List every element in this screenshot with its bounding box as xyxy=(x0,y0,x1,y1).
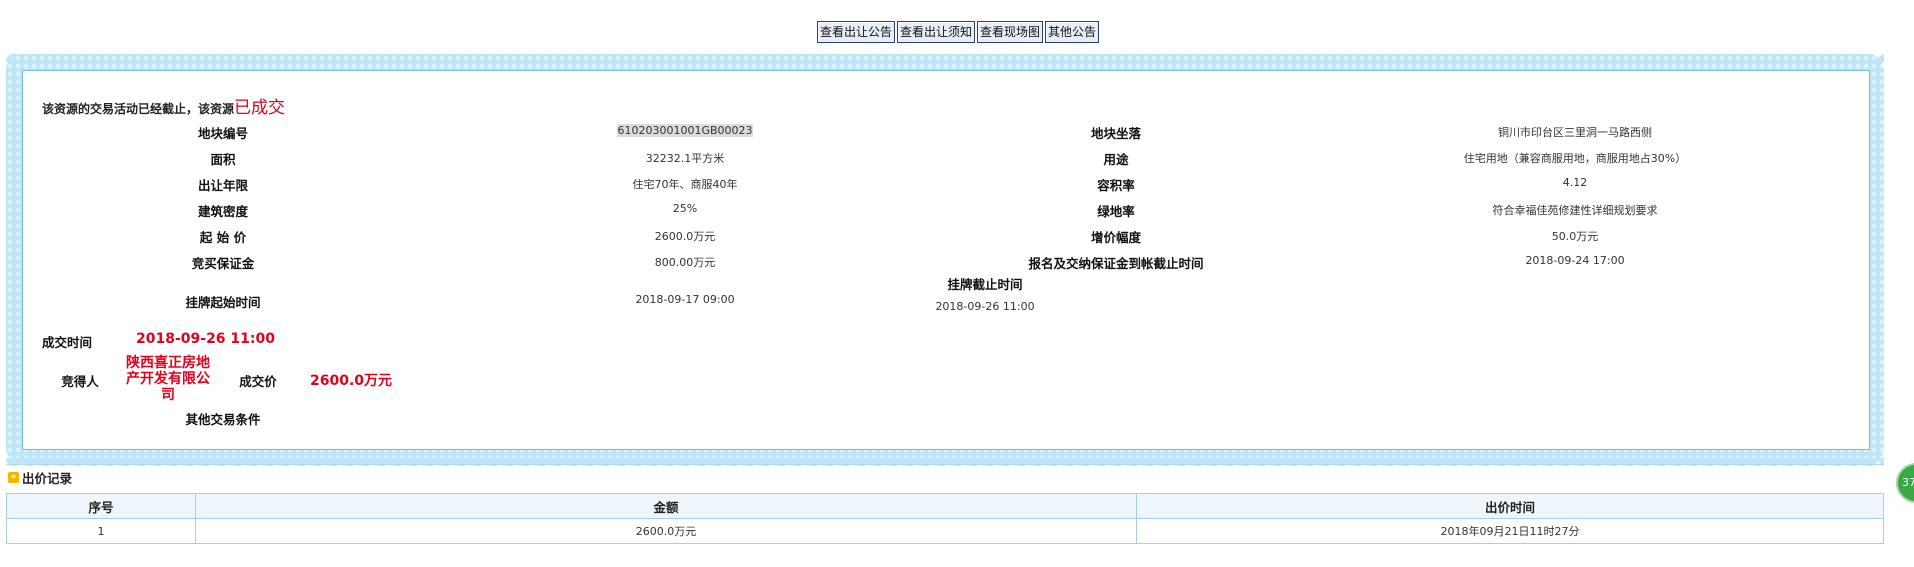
parcel-number-label: 地块编号 xyxy=(197,126,248,141)
cell-bid-time: 2018年09月21日11时27分 xyxy=(1136,518,1884,544)
term-label: 出让年限 xyxy=(197,178,248,193)
usage-label: 用途 xyxy=(1103,152,1129,167)
term-value: 住宅70年、商服40年 xyxy=(632,178,738,191)
building-density-value: 25% xyxy=(672,202,698,215)
floating-counter-badge[interactable]: 37 xyxy=(1896,463,1914,503)
parcel-location-value: 铜川市印台区三里洞一马路西侧 xyxy=(1498,126,1652,139)
starting-price-value: 2600.0万元 xyxy=(654,230,716,243)
col-header-index: 序号 xyxy=(6,493,196,519)
bid-records-title: 出价记录 xyxy=(22,471,73,486)
other-conditions-label: 其他交易条件 xyxy=(185,412,261,427)
building-density-label: 建筑密度 xyxy=(197,204,248,219)
view-transfer-instructions-button[interactable]: 查看出让须知 xyxy=(897,21,976,43)
table-header-row: 序号 金额 出价时间 xyxy=(6,493,1884,519)
listing-end-label: 挂牌截止时间 xyxy=(947,277,1023,292)
area-value: 32232.1平方米 xyxy=(645,152,725,165)
parcel-number-value: 610203001001GB00023 xyxy=(617,124,753,137)
notice-toolbar: 查看出让公告 查看出让须知 查看现场图 其他公告 xyxy=(817,21,1100,43)
plot-ratio-label: 容积率 xyxy=(1097,178,1135,193)
deal-time-label: 成交时间 xyxy=(42,335,93,350)
area-label: 面积 xyxy=(210,152,236,167)
col-header-amount: 金额 xyxy=(195,493,1137,519)
bid-records-table: 序号 金额 出价时间 1 2600.0万元 2018年09月21日11时27分 xyxy=(6,493,1884,544)
listing-start-label: 挂牌起始时间 xyxy=(185,295,261,310)
deal-time-value: 2018-09-26 11:00 xyxy=(136,331,275,347)
deposit-label: 竞买保证金 xyxy=(191,256,255,271)
usage-value: 住宅用地（兼容商服用地，商服用地占30%） xyxy=(1463,152,1687,165)
double-arrow-icon: » xyxy=(8,472,19,483)
transaction-status: 该资源的交易活动已经截止，该资源已成交 xyxy=(42,93,285,118)
view-site-map-button[interactable]: 查看现场图 xyxy=(977,21,1044,43)
col-header-bid-time: 出价时间 xyxy=(1136,493,1884,519)
increment-value: 50.0万元 xyxy=(1551,230,1599,243)
other-notices-button[interactable]: 其他公告 xyxy=(1045,21,1100,43)
winner-value: 陕西喜正房地产开发有限公司 xyxy=(126,355,210,403)
listing-start-value: 2018-09-17 09:00 xyxy=(635,293,735,306)
deal-price-value: 2600.0万元 xyxy=(310,373,393,389)
records-divider xyxy=(6,464,1884,465)
deposit-deadline-label: 报名及交纳保证金到帐截止时间 xyxy=(1028,256,1204,271)
table-row: 1 2600.0万元 2018年09月21日11时27分 xyxy=(6,518,1884,544)
status-badge: 已成交 xyxy=(234,98,286,118)
parcel-location-label: 地块坐落 xyxy=(1090,126,1141,141)
deal-price-label: 成交价 xyxy=(239,374,277,389)
green-ratio-label: 绿地率 xyxy=(1097,204,1135,219)
plot-ratio-value: 4.12 xyxy=(1562,176,1588,189)
frame-scallop-bottom xyxy=(6,458,1884,472)
increment-label: 增价幅度 xyxy=(1090,230,1141,245)
green-ratio-value: 符合幸福佳苑修建性详细规划要求 xyxy=(1492,204,1658,217)
view-transfer-notice-button[interactable]: 查看出让公告 xyxy=(817,21,896,43)
winner-label: 竞得人 xyxy=(61,374,99,389)
cell-amount: 2600.0万元 xyxy=(195,518,1137,544)
status-text: 该资源的交易活动已经截止，该资源 xyxy=(42,102,235,116)
bid-records-heading: » 出价记录 xyxy=(8,468,72,487)
deposit-value: 800.00万元 xyxy=(654,256,716,269)
starting-price-label: 起 始 价 xyxy=(199,230,247,245)
cell-index: 1 xyxy=(6,518,196,544)
listing-end-value: 2018-09-26 11:00 xyxy=(935,300,1035,313)
deposit-deadline-value: 2018-09-24 17:00 xyxy=(1525,254,1625,267)
